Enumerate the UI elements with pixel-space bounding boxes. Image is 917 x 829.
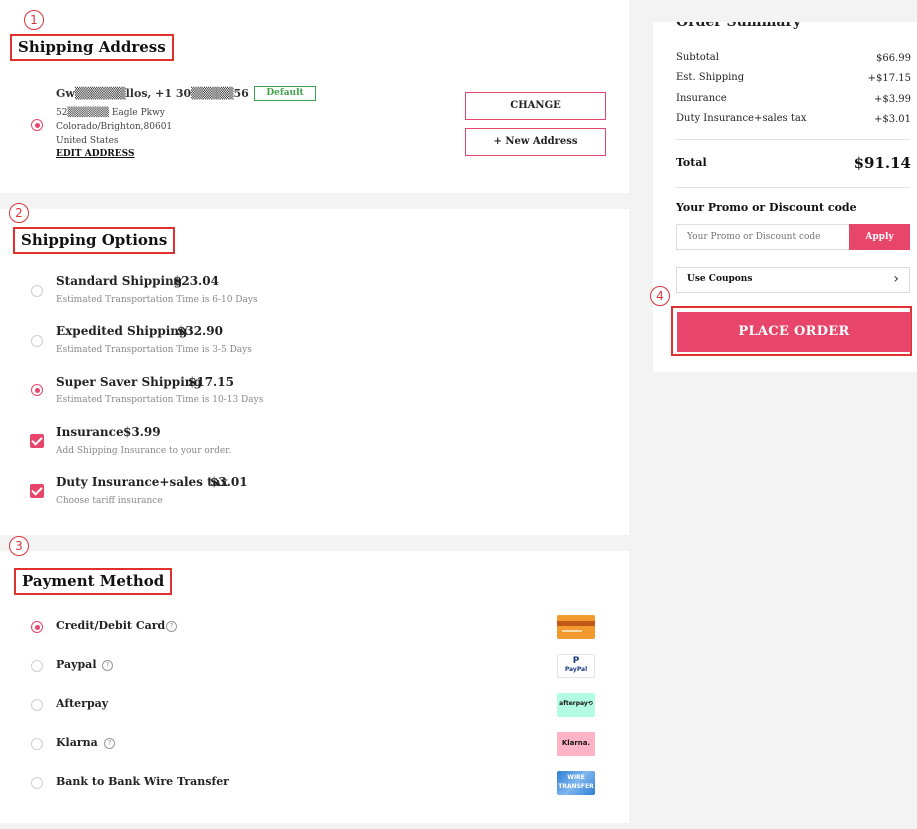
super-saver-shipping-price: $17.15	[188, 375, 234, 389]
duty-insurance-name: Duty Insurance+sales tax	[56, 475, 228, 489]
credit-card-logo	[557, 615, 595, 639]
est-shipping-value: +$17.15	[867, 73, 911, 84]
wire-transfer-radio[interactable]	[31, 777, 43, 789]
credit-card-radio[interactable]	[31, 621, 43, 633]
klarna-logo-text: Klarna.	[561, 739, 591, 747]
standard-shipping-desc: Estimated Transportation Time is 6-10 Da…	[56, 295, 258, 305]
wire-transfer-label: Bank to Bank Wire Transfer	[56, 775, 229, 788]
standard-shipping-name: Standard Shipping	[56, 274, 183, 288]
insurance-name: Insurance	[56, 425, 124, 439]
order-summary-title: Order Summary	[676, 14, 802, 30]
super-saver-shipping-desc: Estimated Transportation Time is 10-13 D…	[56, 395, 264, 405]
duty-summary-label: Duty Insurance+sales tax	[676, 113, 807, 124]
expedited-shipping-desc: Estimated Transportation Time is 3-5 Day…	[56, 345, 252, 355]
address-street: 52▒▒▒▒▒▒ Eagle Pkwy	[56, 108, 165, 118]
change-address-button[interactable]: CHANGE	[465, 92, 606, 120]
klarna-logo-icon: Klarna.	[557, 732, 595, 756]
credit-card-label: Credit/Debit Card	[56, 619, 166, 632]
afterpay-radio[interactable]	[31, 699, 43, 711]
paypal-label: Paypal	[56, 658, 97, 671]
insurance-checkbox[interactable]	[30, 434, 44, 448]
standard-shipping-price: $23.04	[173, 274, 219, 288]
paypal-radio[interactable]	[31, 660, 43, 672]
insurance-summary-label: Insurance	[676, 93, 727, 104]
chevron-right-icon: ›	[893, 271, 899, 287]
step-4-marker: 4	[650, 286, 670, 306]
duty-insurance-checkbox[interactable]	[30, 484, 44, 498]
insurance-price: $3.99	[123, 425, 161, 439]
promo-code-input[interactable]	[676, 224, 849, 250]
step-2-marker: 2	[9, 203, 29, 223]
duty-summary-value: +$3.01	[873, 114, 911, 125]
super-saver-shipping-radio[interactable]	[31, 384, 43, 396]
subtotal-value: $66.99	[876, 53, 911, 64]
edit-address-link[interactable]: EDIT ADDRESS	[56, 149, 134, 159]
standard-shipping-radio[interactable]	[31, 285, 43, 297]
wire-logo-line2: TRANSFER	[558, 783, 594, 790]
place-order-button[interactable]: PLACE ORDER	[677, 312, 911, 352]
payment-method-title: Payment Method	[14, 568, 173, 595]
afterpay-logo-icon: afterpay⟲	[557, 693, 595, 717]
subtotal-label: Subtotal	[676, 52, 719, 63]
new-address-button[interactable]: + New Address	[465, 128, 606, 156]
credit-card-help-icon[interactable]: ?	[166, 621, 177, 632]
paypal-help-icon[interactable]: ?	[102, 660, 113, 671]
default-badge: Default	[254, 86, 316, 101]
summary-divider	[676, 139, 910, 140]
address-name-phone: Gw▒▒▒▒▒▒llos, +1 30▒▒▒▒▒56	[56, 87, 249, 100]
afterpay-label: Afterpay	[56, 697, 109, 710]
total-divider	[676, 187, 910, 188]
expedited-shipping-radio[interactable]	[31, 335, 43, 347]
insurance-desc: Add Shipping Insurance to your order.	[56, 446, 232, 456]
step-3-marker: 3	[9, 536, 29, 556]
paypal-logo-text: PayPal	[564, 666, 588, 673]
promo-title: Your Promo or Discount code	[676, 201, 857, 214]
apply-button[interactable]: Apply	[849, 224, 910, 250]
klarna-label: Klarna	[56, 736, 98, 749]
expedited-shipping-price: $32.90	[177, 324, 223, 338]
paypal-logo-icon: P PayPal	[557, 654, 595, 678]
total-label: Total	[676, 156, 707, 169]
wire-transfer-logo-icon: WIRE TRANSFER	[557, 771, 595, 795]
super-saver-shipping-name: Super Saver Shipping	[56, 375, 202, 389]
afterpay-logo-text: afterpay⟲	[559, 700, 593, 707]
duty-insurance-desc: Choose tariff insurance	[56, 496, 163, 506]
use-coupons-row[interactable]: Use Coupons ›	[676, 267, 910, 293]
address-country: United States	[56, 136, 119, 146]
shipping-options-title: Shipping Options	[13, 227, 176, 254]
wire-logo-line1: WIRE	[567, 774, 585, 781]
insurance-summary-value: +$3.99	[873, 94, 911, 105]
address-radio[interactable]	[31, 119, 43, 131]
total-value: $91.14	[853, 154, 911, 172]
est-shipping-label: Est. Shipping	[676, 72, 745, 83]
address-city: Colorado/Brighton,80601	[56, 122, 173, 132]
shipping-address-title: Shipping Address	[10, 34, 174, 61]
use-coupons-label: Use Coupons	[687, 274, 753, 284]
klarna-help-icon[interactable]: ?	[104, 738, 115, 749]
step-1-marker: 1	[24, 10, 44, 30]
duty-insurance-price: $3.01	[210, 475, 248, 489]
klarna-radio[interactable]	[31, 738, 43, 750]
paypal-logo-p: P	[572, 656, 580, 666]
expedited-shipping-name: Expedited Shipping	[56, 324, 188, 338]
